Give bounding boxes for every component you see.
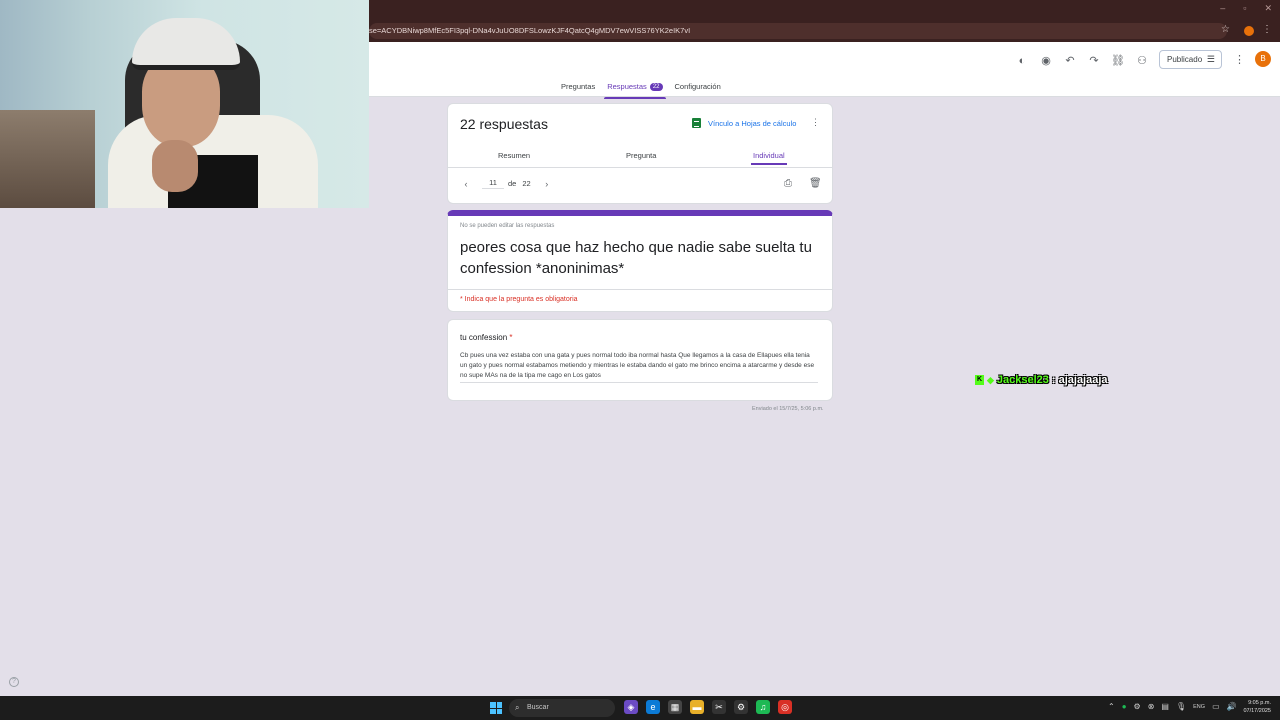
header-toolbar: ◐ ◉ ↶ ↷ ⛓ ⚇	[1014, 53, 1150, 69]
delete-response-icon[interactable]: 🗑	[809, 178, 822, 189]
taskbar-apps: ◈ e ▦ ▬ ✂ ⚙ ♫ ◎	[624, 700, 792, 714]
microphone-icon[interactable]: 🎙	[1176, 702, 1186, 711]
no-edit-note: No se pueden editar las respuestas	[460, 223, 555, 229]
settings-tray-icon[interactable]: ⚙	[1134, 702, 1141, 711]
previous-response-icon[interactable]: ‹	[460, 179, 472, 189]
responses-summary-card: 22 respuestas Vínculo a Hojas de cálculo…	[447, 103, 833, 204]
question-label: tu confession *	[460, 333, 513, 342]
kick-badge: K	[975, 375, 984, 385]
tab-responses[interactable]: Respuestas 22	[604, 82, 666, 99]
question-answer-card: tu confession * Cb pues una vez estaba c…	[447, 319, 833, 401]
system-tray: ⌃ ● ⚙ ⊗ ▤ 🎙 ENG ▭ 🔊	[1108, 702, 1237, 711]
published-label: Publicado	[1167, 55, 1203, 64]
volume-icon[interactable]: 🔊	[1227, 702, 1237, 711]
redo-icon[interactable]: ↷	[1086, 53, 1102, 69]
xbox-tray-icon[interactable]: ⊗	[1148, 702, 1155, 711]
tab-settings[interactable]: Configuración	[675, 82, 721, 97]
next-response-icon[interactable]: ›	[541, 179, 553, 189]
palette-icon[interactable]: ◐	[1014, 53, 1030, 69]
undo-icon[interactable]: ↶	[1062, 53, 1078, 69]
tab-questions[interactable]: Preguntas	[561, 82, 595, 97]
subtab-question[interactable]: Pregunta	[626, 151, 656, 160]
total-responses: 22	[522, 179, 531, 188]
windows-start-icon[interactable]	[490, 702, 502, 714]
file-explorer-icon[interactable]: ▬	[690, 700, 704, 714]
form-title-card: No se pueden editar las respuestas peore…	[447, 210, 833, 312]
question-text: tu confession	[460, 333, 508, 342]
stream-chat-message: K ◆ Jacksel23 : ajajajaaja	[975, 374, 1108, 386]
subscriber-gem-icon: ◆	[987, 374, 994, 385]
search-icon: ⌕	[515, 703, 520, 712]
show-hidden-icons[interactable]: ⌃	[1108, 702, 1115, 711]
app-tray-icon[interactable]: ▤	[1161, 702, 1169, 711]
tab-responses-label: Respuestas	[607, 82, 647, 91]
more-options-icon[interactable]: ⋮	[1234, 53, 1245, 66]
webcam-hand	[152, 140, 198, 192]
link-to-sheets-label: Vínculo a Hojas de cálculo	[708, 118, 797, 128]
responses-more-icon[interactable]: ⋮	[811, 117, 820, 128]
taskbar-clock[interactable]: 9:05 p.m. 07/17/2025	[1237, 699, 1271, 715]
copilot-app-icon[interactable]: ◈	[624, 700, 638, 714]
taskbar-search[interactable]: ⌕ Buscar	[509, 699, 615, 717]
pager-of-label: de	[508, 179, 517, 188]
url-field[interactable]: se=ACYDBNiwp8MfEc5FI3pql-DNa4vJuUO8DFSLo…	[369, 23, 1227, 39]
responses-count-badge: 22	[649, 83, 663, 91]
display-icon[interactable]: ▭	[1212, 702, 1220, 711]
webcam-cap	[132, 18, 240, 70]
chat-message-text: ajajajaaja	[1058, 374, 1108, 386]
print-icon[interactable]: ⎙	[784, 178, 792, 189]
maximize-button[interactable]: ▫	[1243, 3, 1246, 14]
subtab-individual[interactable]: Individual	[751, 151, 787, 165]
response-pager: ‹ 11 de 22 ›	[460, 178, 553, 189]
help-icon[interactable]: ?	[9, 677, 19, 687]
responses-subtabs: Resumen Pregunta Individual	[448, 148, 832, 168]
webcam-bed	[0, 110, 95, 208]
main-tabs: Preguntas Respuestas 22 Configuración	[561, 82, 721, 99]
minimize-button[interactable]: –	[1220, 3, 1225, 14]
bookmark-star-icon[interactable]: ☆	[1221, 24, 1230, 35]
browser-menu-icon[interactable]: ⋮	[1262, 24, 1272, 35]
language-indicator[interactable]: ENG	[1193, 704, 1205, 710]
taskbar-search-label: Buscar	[527, 704, 549, 711]
add-collaborator-icon[interactable]: ⚇	[1134, 53, 1150, 69]
close-window-button[interactable]: ✕	[1264, 3, 1272, 14]
clock-date: 07/17/2025	[1243, 708, 1271, 714]
spotify-tray-icon[interactable]: ●	[1122, 702, 1127, 711]
answer-text: Cb pues una vez estaba con una gata y pu…	[460, 351, 818, 383]
published-button[interactable]: Publicado ☰	[1159, 50, 1222, 69]
subtab-summary[interactable]: Resumen	[498, 151, 530, 160]
chat-separator: :	[1051, 374, 1056, 386]
submitted-timestamp: Enviado el 15/7/25, 5:06 p.m.	[752, 406, 824, 412]
current-response-input[interactable]: 11	[482, 178, 504, 189]
tune-icon: ☰	[1206, 54, 1215, 64]
chat-username: Jacksel23	[996, 374, 1049, 386]
store-app-icon[interactable]: ▦	[668, 700, 682, 714]
required-note: * Indica que la pregunta es obligatoria	[448, 289, 832, 303]
edge-app-icon[interactable]: e	[646, 700, 660, 714]
responses-count-title: 22 respuestas	[460, 116, 548, 132]
webcam-overlay	[0, 0, 369, 208]
profile-icon[interactable]	[1244, 26, 1254, 36]
required-asterisk: *	[509, 333, 513, 342]
clock-time: 9:05 p.m.	[1248, 700, 1271, 706]
window-controls: – ▫ ✕	[1220, 3, 1272, 14]
windows-taskbar: ⌕ Buscar ◈ e ▦ ▬ ✂ ⚙ ♫ ◎ ⌃ ● ⚙ ⊗ ▤ 🎙 ENG…	[0, 696, 1280, 720]
chrome-app-icon[interactable]: ◎	[778, 700, 792, 714]
preview-eye-icon[interactable]: ◉	[1038, 53, 1054, 69]
form-title: peores cosa que haz hecho que nadie sabe…	[460, 239, 812, 277]
spotify-app-icon[interactable]: ♫	[756, 700, 770, 714]
avatar[interactable]: B	[1255, 51, 1271, 67]
capcut-app-icon[interactable]: ✂	[712, 700, 726, 714]
sheets-icon	[692, 118, 701, 128]
link-to-sheets-button[interactable]: Vínculo a Hojas de cálculo	[692, 118, 796, 128]
link-icon[interactable]: ⛓	[1110, 53, 1126, 69]
game-app-icon[interactable]: ⚙	[734, 700, 748, 714]
